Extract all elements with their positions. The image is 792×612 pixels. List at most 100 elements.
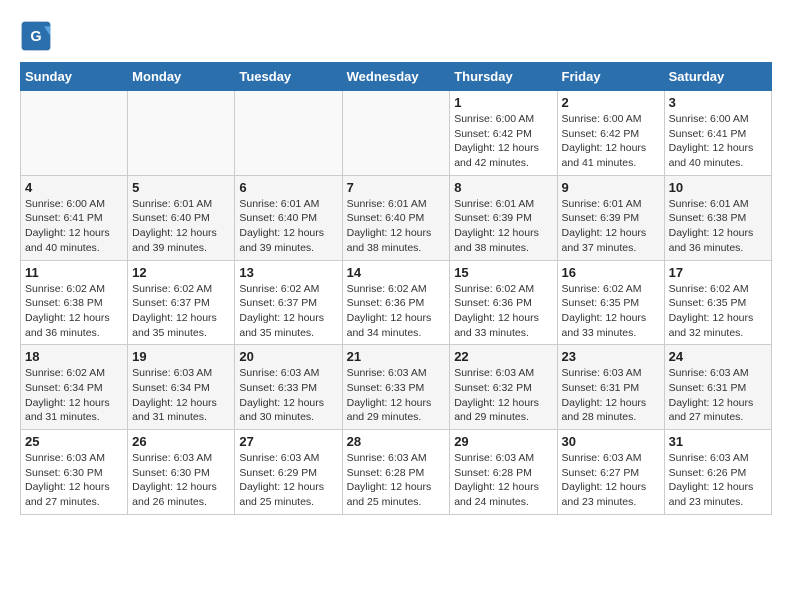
day-number: 27 — [239, 434, 337, 449]
day-info: Sunrise: 6:03 AM Sunset: 6:31 PM Dayligh… — [669, 366, 767, 425]
day-number: 31 — [669, 434, 767, 449]
day-info: Sunrise: 6:02 AM Sunset: 6:35 PM Dayligh… — [669, 282, 767, 341]
week-row-1: 1 Sunrise: 6:00 AM Sunset: 6:42 PM Daylig… — [21, 91, 772, 176]
calendar-cell: 13 Sunrise: 6:02 AM Sunset: 6:37 PM Dayli… — [235, 260, 342, 345]
weekday-header-thursday: Thursday — [450, 63, 557, 91]
day-info: Sunrise: 6:03 AM Sunset: 6:30 PM Dayligh… — [132, 451, 230, 510]
day-info: Sunrise: 6:01 AM Sunset: 6:39 PM Dayligh… — [562, 197, 660, 256]
calendar-cell: 29 Sunrise: 6:03 AM Sunset: 6:28 PM Dayli… — [450, 430, 557, 515]
calendar-cell: 4 Sunrise: 6:00 AM Sunset: 6:41 PM Daylig… — [21, 175, 128, 260]
day-number: 14 — [347, 265, 446, 280]
weekday-header-wednesday: Wednesday — [342, 63, 450, 91]
logo: G — [20, 20, 56, 52]
day-number: 4 — [25, 180, 123, 195]
day-number: 20 — [239, 349, 337, 364]
day-number: 23 — [562, 349, 660, 364]
calendar-cell: 10Sunrise: 6:01 AM Sunset: 6:38 PM Dayli… — [664, 175, 771, 260]
calendar-cell: 30 Sunrise: 6:03 AM Sunset: 6:27 PM Dayli… — [557, 430, 664, 515]
day-number: 3 — [669, 95, 767, 110]
calendar-cell: 7Sunrise: 6:01 AM Sunset: 6:40 PM Daylig… — [342, 175, 450, 260]
weekday-header-tuesday: Tuesday — [235, 63, 342, 91]
week-row-2: 4 Sunrise: 6:00 AM Sunset: 6:41 PM Daylig… — [21, 175, 772, 260]
day-number: 25 — [25, 434, 123, 449]
day-number: 19 — [132, 349, 230, 364]
day-number: 11 — [25, 265, 123, 280]
day-number: 30 — [562, 434, 660, 449]
day-info: Sunrise: 6:02 AM Sunset: 6:36 PM Dayligh… — [454, 282, 552, 341]
calendar-cell: 31Sunrise: 6:03 AM Sunset: 6:26 PM Dayli… — [664, 430, 771, 515]
svg-text:G: G — [30, 29, 41, 45]
day-number: 7 — [347, 180, 446, 195]
day-info: Sunrise: 6:02 AM Sunset: 6:38 PM Dayligh… — [25, 282, 123, 341]
day-info: Sunrise: 6:03 AM Sunset: 6:29 PM Dayligh… — [239, 451, 337, 510]
week-row-5: 25 Sunrise: 6:03 AM Sunset: 6:30 PM Dayli… — [21, 430, 772, 515]
day-info: Sunrise: 6:01 AM Sunset: 6:40 PM Dayligh… — [239, 197, 337, 256]
day-number: 16 — [562, 265, 660, 280]
week-row-4: 18 Sunrise: 6:02 AM Sunset: 6:34 PM Dayli… — [21, 345, 772, 430]
day-info: Sunrise: 6:02 AM Sunset: 6:35 PM Dayligh… — [562, 282, 660, 341]
day-number: 1 — [454, 95, 552, 110]
calendar-cell: 16 Sunrise: 6:02 AM Sunset: 6:35 PM Dayli… — [557, 260, 664, 345]
calendar-cell: 8Sunrise: 6:01 AM Sunset: 6:39 PM Daylig… — [450, 175, 557, 260]
calendar-cell: 18 Sunrise: 6:02 AM Sunset: 6:34 PM Dayli… — [21, 345, 128, 430]
day-info: Sunrise: 6:03 AM Sunset: 6:30 PM Dayligh… — [25, 451, 123, 510]
day-info: Sunrise: 6:03 AM Sunset: 6:34 PM Dayligh… — [132, 366, 230, 425]
weekday-header-saturday: Saturday — [664, 63, 771, 91]
calendar-cell: 6 Sunrise: 6:01 AM Sunset: 6:40 PM Daylig… — [235, 175, 342, 260]
day-number: 8 — [454, 180, 552, 195]
page-header: G — [20, 20, 772, 52]
day-number: 13 — [239, 265, 337, 280]
week-row-3: 11 Sunrise: 6:02 AM Sunset: 6:38 PM Dayli… — [21, 260, 772, 345]
calendar-cell: 9 Sunrise: 6:01 AM Sunset: 6:39 PM Daylig… — [557, 175, 664, 260]
day-info: Sunrise: 6:00 AM Sunset: 6:42 PM Dayligh… — [454, 112, 552, 171]
calendar-cell: 19 Sunrise: 6:03 AM Sunset: 6:34 PM Dayli… — [128, 345, 235, 430]
day-info: Sunrise: 6:03 AM Sunset: 6:28 PM Dayligh… — [454, 451, 552, 510]
calendar-cell: 15Sunrise: 6:02 AM Sunset: 6:36 PM Dayli… — [450, 260, 557, 345]
calendar-cell: 1 Sunrise: 6:00 AM Sunset: 6:42 PM Daylig… — [450, 91, 557, 176]
calendar-cell: 3 Sunrise: 6:00 AM Sunset: 6:41 PM Daylig… — [664, 91, 771, 176]
day-number: 12 — [132, 265, 230, 280]
day-info: Sunrise: 6:02 AM Sunset: 6:34 PM Dayligh… — [25, 366, 123, 425]
calendar-cell: 14Sunrise: 6:02 AM Sunset: 6:36 PM Dayli… — [342, 260, 450, 345]
day-info: Sunrise: 6:00 AM Sunset: 6:42 PM Dayligh… — [562, 112, 660, 171]
day-number: 5 — [132, 180, 230, 195]
day-info: Sunrise: 6:03 AM Sunset: 6:27 PM Dayligh… — [562, 451, 660, 510]
day-info: Sunrise: 6:03 AM Sunset: 6:28 PM Dayligh… — [347, 451, 446, 510]
weekday-header-row: SundayMondayTuesdayWednesdayThursdayFrid… — [21, 63, 772, 91]
day-number: 29 — [454, 434, 552, 449]
day-info: Sunrise: 6:02 AM Sunset: 6:37 PM Dayligh… — [132, 282, 230, 341]
calendar-cell: 17 Sunrise: 6:02 AM Sunset: 6:35 PM Dayli… — [664, 260, 771, 345]
calendar-cell: 28 Sunrise: 6:03 AM Sunset: 6:28 PM Dayli… — [342, 430, 450, 515]
calendar-cell: 5 Sunrise: 6:01 AM Sunset: 6:40 PM Daylig… — [128, 175, 235, 260]
day-number: 18 — [25, 349, 123, 364]
day-number: 28 — [347, 434, 446, 449]
weekday-header-sunday: Sunday — [21, 63, 128, 91]
day-number: 6 — [239, 180, 337, 195]
day-info: Sunrise: 6:03 AM Sunset: 6:32 PM Dayligh… — [454, 366, 552, 425]
calendar-cell: 23Sunrise: 6:03 AM Sunset: 6:31 PM Dayli… — [557, 345, 664, 430]
day-info: Sunrise: 6:02 AM Sunset: 6:37 PM Dayligh… — [239, 282, 337, 341]
day-number: 17 — [669, 265, 767, 280]
day-info: Sunrise: 6:00 AM Sunset: 6:41 PM Dayligh… — [25, 197, 123, 256]
day-number: 24 — [669, 349, 767, 364]
day-info: Sunrise: 6:03 AM Sunset: 6:33 PM Dayligh… — [347, 366, 446, 425]
weekday-header-monday: Monday — [128, 63, 235, 91]
day-number: 21 — [347, 349, 446, 364]
day-info: Sunrise: 6:01 AM Sunset: 6:38 PM Dayligh… — [669, 197, 767, 256]
calendar-cell — [21, 91, 128, 176]
day-info: Sunrise: 6:01 AM Sunset: 6:40 PM Dayligh… — [132, 197, 230, 256]
calendar-cell: 24 Sunrise: 6:03 AM Sunset: 6:31 PM Dayli… — [664, 345, 771, 430]
weekday-header-friday: Friday — [557, 63, 664, 91]
calendar-cell: 22Sunrise: 6:03 AM Sunset: 6:32 PM Dayli… — [450, 345, 557, 430]
logo-icon: G — [20, 20, 52, 52]
day-number: 9 — [562, 180, 660, 195]
calendar-cell — [235, 91, 342, 176]
calendar-cell — [342, 91, 450, 176]
calendar-cell: 12 Sunrise: 6:02 AM Sunset: 6:37 PM Dayli… — [128, 260, 235, 345]
day-info: Sunrise: 6:03 AM Sunset: 6:33 PM Dayligh… — [239, 366, 337, 425]
calendar-cell: 26Sunrise: 6:03 AM Sunset: 6:30 PM Dayli… — [128, 430, 235, 515]
day-info: Sunrise: 6:00 AM Sunset: 6:41 PM Dayligh… — [669, 112, 767, 171]
calendar-cell: 21 Sunrise: 6:03 AM Sunset: 6:33 PM Dayli… — [342, 345, 450, 430]
calendar-cell: 20 Sunrise: 6:03 AM Sunset: 6:33 PM Dayli… — [235, 345, 342, 430]
calendar-cell: 11 Sunrise: 6:02 AM Sunset: 6:38 PM Dayli… — [21, 260, 128, 345]
